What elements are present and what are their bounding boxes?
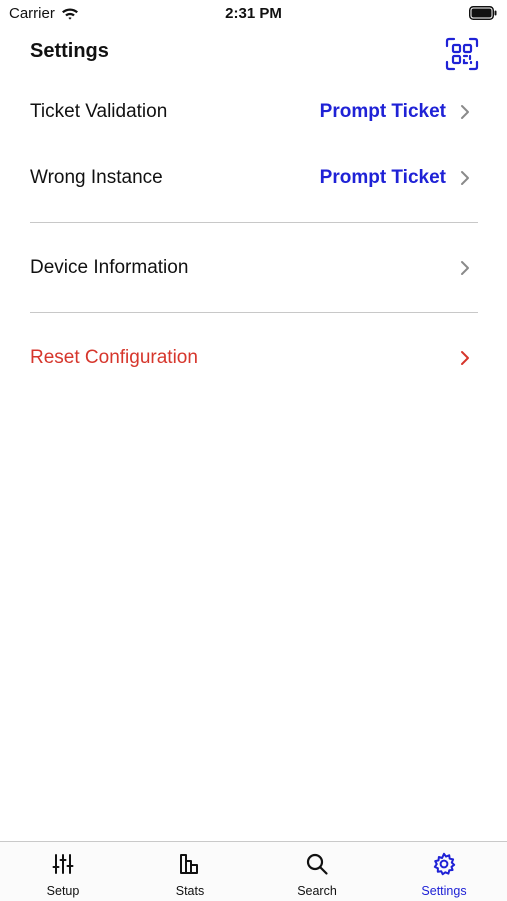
tab-bar: Setup Stats Search Settings <box>0 841 507 901</box>
clock: 2:31 PM <box>225 5 282 22</box>
device-information-row[interactable]: Device Information <box>30 244 478 292</box>
divider <box>30 312 478 313</box>
ticket-validation-row[interactable]: Ticket Validation Prompt Ticket <box>30 88 478 136</box>
gear-icon <box>433 852 456 876</box>
chevron-right-icon <box>461 351 469 365</box>
search-icon <box>306 853 328 875</box>
chevron-right-icon <box>461 105 469 119</box>
tab-label: Settings <box>421 884 467 898</box>
divider <box>30 222 478 223</box>
row-label: Reset Configuration <box>30 347 198 368</box>
header: Settings <box>0 28 507 80</box>
row-value: Prompt Ticket <box>319 167 446 188</box>
tab-label: Search <box>297 884 337 898</box>
tab-settings[interactable]: Settings <box>381 842 507 901</box>
tab-setup[interactable]: Setup <box>0 842 126 901</box>
tab-label: Stats <box>175 884 205 898</box>
qr-scan-button[interactable] <box>442 34 482 74</box>
page-title: Settings <box>30 40 109 62</box>
wrong-instance-row[interactable]: Wrong Instance Prompt Ticket <box>30 154 478 202</box>
battery-icon <box>469 6 497 20</box>
sliders-icon <box>52 854 74 874</box>
row-label: Device Information <box>30 257 189 278</box>
chevron-right-icon <box>461 261 469 275</box>
row-label: Ticket Validation <box>30 101 168 122</box>
tab-stats[interactable]: Stats <box>127 842 253 901</box>
tab-search[interactable]: Search <box>254 842 380 901</box>
reset-configuration-row[interactable]: Reset Configuration <box>30 334 478 382</box>
tab-label: Setup <box>46 884 80 898</box>
chevron-right-icon <box>461 171 469 185</box>
qr-code-scan-icon <box>445 37 479 71</box>
row-label: Wrong Instance <box>30 167 163 188</box>
bar-chart-icon <box>180 854 198 874</box>
row-value: Prompt Ticket <box>319 101 446 122</box>
status-bar: Carrier 2:31 PM <box>0 0 507 28</box>
